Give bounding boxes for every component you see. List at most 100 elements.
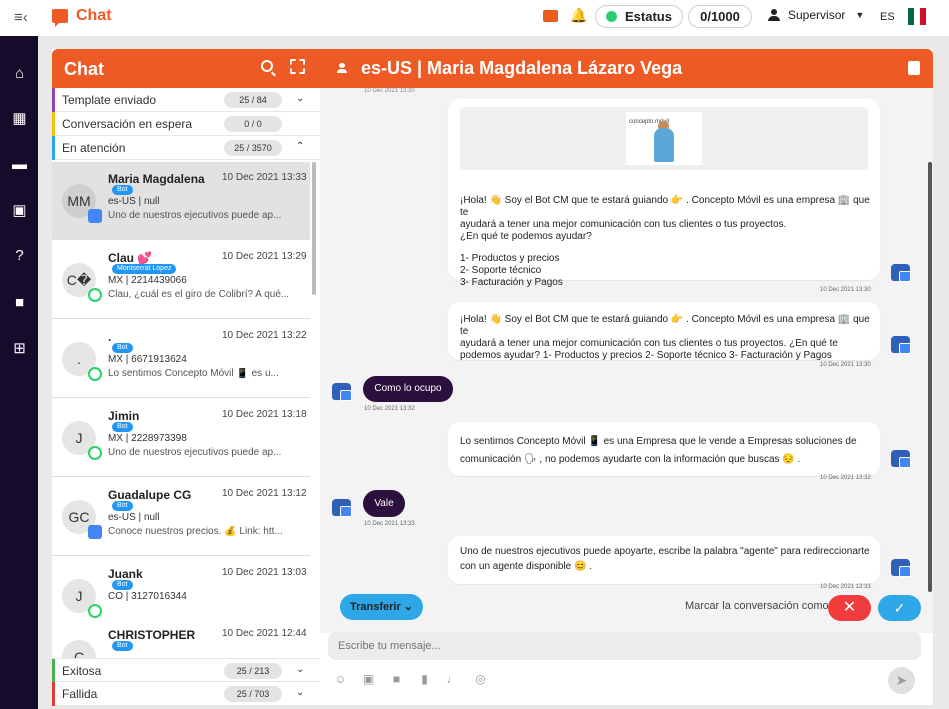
user-icon — [337, 63, 347, 73]
whatsapp-icon — [88, 288, 102, 302]
contact-subtitle: CO | 3127016344 — [108, 591, 187, 602]
bot-message: Uno de nuestros ejecutivos puede apoyart… — [448, 536, 880, 584]
chevron-down-icon[interactable]: ⌄ — [296, 687, 304, 698]
category-exitosa[interactable]: Exitosa 25 / 213 ⌄ — [52, 658, 320, 683]
message-line: 1- Productos y precios — [460, 253, 560, 264]
chevron-down-icon: ▼ — [855, 10, 865, 20]
bot-avatar-icon — [891, 559, 911, 577]
message-timestamp: 10 Dec 2021 13:32 — [820, 475, 871, 481]
mark-failed-button[interactable]: ✕ — [828, 595, 871, 621]
whatsapp-icon — [88, 367, 102, 381]
conversation-item[interactable]: MM Maria Magdalena ... 10 Dec 2021 13:33… — [52, 162, 310, 240]
message-line: comunicación 🗣 , no podemos ayudarte con… — [460, 454, 801, 465]
last-message-preview: Lo sentimos Concepto Móvil 📱 es u... — [108, 368, 279, 379]
chevron-up-icon[interactable]: ⌃ — [296, 141, 304, 152]
transfer-button[interactable]: Transferir ⌄ — [340, 594, 423, 620]
status-dot-icon — [606, 11, 618, 22]
bot-message: concepto móvil ¡Hola! 👋 Soy el Bot CM qu… — [448, 99, 880, 288]
conversation-time: 10 Dec 2021 12:44 — [222, 628, 307, 639]
user-name: Supervisor — [788, 8, 846, 22]
bot-message: ¡Hola! 👋 Soy el Bot CM que te estará gui… — [448, 302, 880, 361]
category-color-bar — [52, 659, 55, 683]
status-button[interactable]: Estatus — [595, 5, 683, 28]
user-avatar-icon — [332, 499, 352, 517]
badge-icon[interactable]: ▣ — [11, 202, 28, 219]
chevron-down-icon[interactable]: ⌄ — [296, 664, 304, 675]
chevron-down-icon[interactable]: ⌄ — [296, 93, 304, 104]
add-box-icon[interactable]: ⊞ — [11, 340, 28, 357]
last-message-preview: Clau, ¿cuál es el giro de Colibrí? A qué… — [108, 289, 288, 300]
agent-badge: Bot — [112, 641, 133, 651]
agent-badge: Bot — [112, 343, 133, 353]
conversation-item[interactable]: C CHRISTOPHER 10 Dec 2021 12:44 Bot — [52, 618, 310, 658]
video-icon[interactable]: ■ — [11, 294, 28, 311]
message-line: Lo sentimos Concepto Móvil 📱 es una Empr… — [460, 436, 857, 447]
mexico-flag-icon[interactable] — [908, 8, 926, 25]
message-counter: 0/1000 — [688, 5, 752, 28]
category-label: Fallida — [62, 687, 98, 701]
category-color-bar — [52, 682, 55, 706]
help-icon[interactable]: ? — [11, 247, 28, 264]
conversation-item[interactable]: . . 10 Dec 2021 13:22 Bot MX | 667191362… — [52, 320, 310, 398]
focus-icon[interactable] — [290, 59, 305, 74]
message-line: ¡Hola! 👋 Soy el Bot CM que te estará gui… — [460, 195, 870, 218]
contact-subtitle: es-US | null — [108, 196, 160, 207]
status-label: Estatus — [625, 9, 672, 24]
contact-name: . — [108, 330, 112, 344]
list-scrollbar[interactable] — [312, 162, 316, 295]
mark-success-button[interactable]: ✓ — [878, 595, 921, 621]
category-color-bar — [52, 88, 55, 112]
menu-collapse-icon[interactable]: ≡‹ — [14, 9, 28, 26]
chat-list-panel: Chat Template enviado 25 / 84 ⌄ Conversa… — [52, 49, 320, 706]
agent-badge: Bot — [112, 501, 133, 511]
file-icon[interactable]: ▮ — [418, 673, 431, 686]
user-message: Como lo ocupo — [363, 376, 453, 402]
message-line: 2- Soporte técnico — [460, 265, 542, 276]
category-conversacion-en-espera[interactable]: Conversación en espera 0 / 0 — [52, 112, 320, 136]
category-fallida[interactable]: Fallida 25 / 703 ⌄ — [52, 682, 320, 706]
emoji-icon[interactable]: ☺ — [334, 673, 347, 686]
whatsapp-icon — [88, 604, 102, 618]
chat-list-title: Chat — [64, 59, 104, 79]
bell-icon[interactable]: 🔔 — [570, 7, 587, 24]
contact-badge-icon[interactable] — [908, 61, 920, 75]
category-template-enviado[interactable]: Template enviado 25 / 84 ⌄ — [52, 88, 320, 112]
category-en-atencion[interactable]: En atención 25 / 3570 ⌃ — [52, 136, 320, 160]
search-icon[interactable] — [261, 60, 273, 72]
music-icon[interactable]: ♩ — [446, 673, 459, 686]
video-icon[interactable]: ■ — [390, 673, 403, 686]
contact-subtitle: MX | 6671913624 — [108, 354, 187, 365]
conversation-item[interactable]: J Jimin 10 Dec 2021 13:18 Bot MX | 22289… — [52, 399, 310, 477]
message-scrollbar[interactable] — [928, 162, 932, 592]
conversation-time: 10 Dec 2021 13:12 — [222, 488, 307, 499]
chat-icon[interactable]: ▬ — [11, 156, 28, 173]
agent-badge: Bot — [112, 185, 133, 195]
message-timestamp: 10 Dec 2021 13:33 — [364, 521, 415, 527]
promo-image: concepto móvil — [460, 107, 868, 170]
user-menu[interactable]: Supervisor ▼ — [768, 8, 864, 22]
category-label: En atención — [62, 141, 126, 155]
category-label: Exitosa — [62, 664, 102, 678]
conversation-item[interactable]: C� Clau 💕 10 Dec 2021 13:29 Montserrat L… — [52, 241, 310, 319]
category-count: 25 / 84 — [224, 92, 282, 108]
home-icon[interactable]: ⌂ — [11, 65, 28, 82]
language-selector[interactable]: ES — [880, 11, 895, 23]
message-line: Uno de nuestros ejecutivos puede apoyart… — [460, 546, 870, 557]
message-line: 3- Facturación y Pagos — [460, 277, 563, 288]
last-message-preview: Uno de nuestros ejecutivos puede ap... — [108, 210, 282, 221]
message-timestamp: 10 Dec 2021 13:30 — [820, 287, 871, 293]
location-icon[interactable]: ◎ — [474, 673, 487, 686]
contact-name: Jimin — [108, 409, 140, 423]
chat-notification-icon[interactable] — [543, 10, 558, 22]
message-input[interactable] — [328, 632, 921, 660]
category-count: 25 / 213 — [224, 663, 282, 679]
table-icon[interactable]: ▦ — [11, 110, 28, 127]
image-icon[interactable]: ▣ — [362, 673, 375, 686]
conversation-item[interactable]: GC Guadalupe CG 10 Dec 2021 13:12 Bot es… — [52, 478, 310, 556]
google-business-icon — [88, 525, 102, 539]
send-icon[interactable]: ➤ — [888, 667, 915, 694]
conversation-title: es-US | Maria Magdalena Lázaro Vega — [361, 58, 683, 78]
conversation-time: 10 Dec 2021 13:29 — [222, 251, 307, 262]
last-message-preview: Uno de nuestros ejecutivos puede ap... — [108, 447, 282, 458]
contact-subtitle: es-US | null — [108, 512, 160, 523]
